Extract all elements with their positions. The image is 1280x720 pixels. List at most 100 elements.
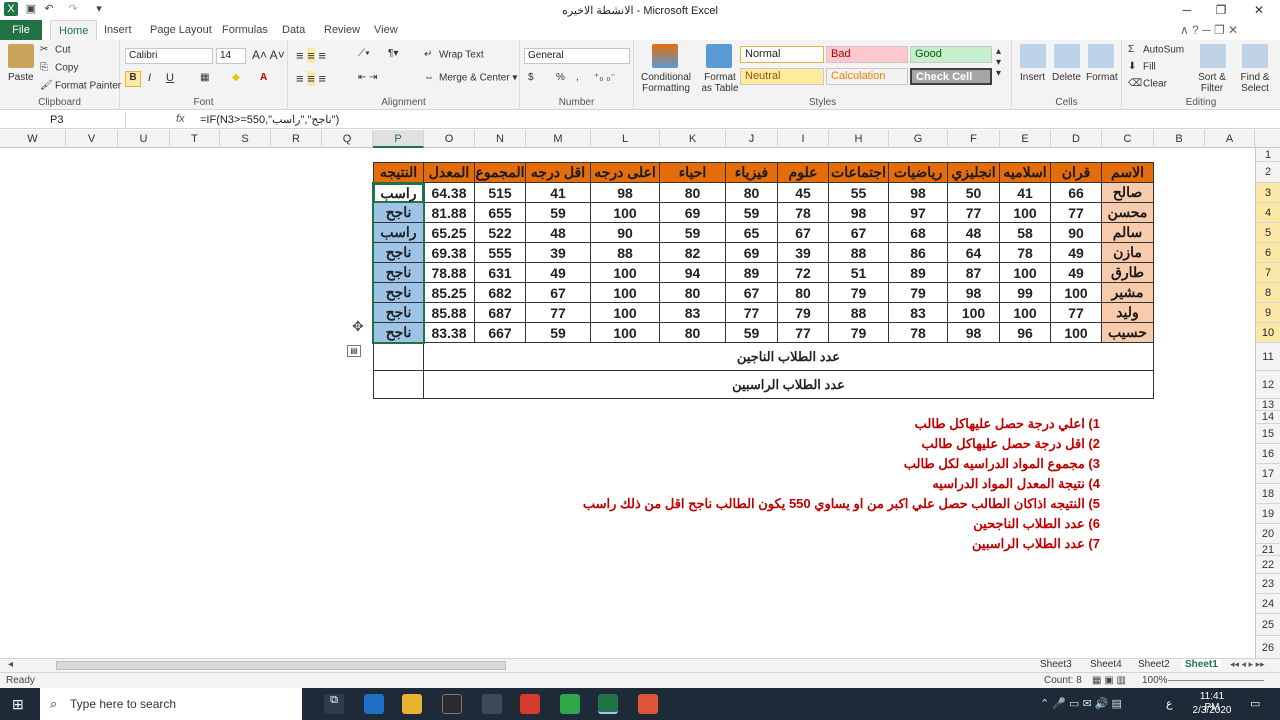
notifications-icon[interactable]: ▭: [1250, 697, 1260, 710]
table-cell[interactable]: 555: [475, 243, 526, 263]
name-box[interactable]: P3: [0, 112, 126, 128]
row-header-17[interactable]: 17: [1255, 464, 1280, 484]
close-icon[interactable]: ✕: [1248, 2, 1270, 18]
tab-formulas[interactable]: Formulas: [214, 20, 276, 40]
tab-home[interactable]: Home: [50, 20, 98, 40]
sort-filter-icon[interactable]: [1200, 44, 1226, 68]
table-cell[interactable]: 49: [526, 263, 591, 283]
format-painter-button[interactable]: 🖌 Format Painter: [40, 80, 121, 92]
sheet-nav-icon[interactable]: ◂◂ ◂ ▸ ▸▸: [1230, 659, 1265, 670]
table-cell[interactable]: 66: [1051, 183, 1102, 203]
formula-input[interactable]: =IF(N3>=550,"ناجح","راسب"): [200, 113, 339, 126]
table-cell[interactable]: 100: [1000, 303, 1051, 323]
comma-button[interactable]: ,: [576, 72, 579, 83]
table-cell[interactable]: 78: [778, 203, 829, 223]
table-cell[interactable]: 99: [1000, 283, 1051, 303]
worksheet-grid[interactable]: WVUTSRQPONMLKJIHGFEDCBA النتيجه المعدل الم…: [0, 130, 1280, 658]
table-cell[interactable]: 100: [591, 263, 660, 283]
table-cell[interactable]: 67: [526, 283, 591, 303]
table-header-cell[interactable]: اقل درجه: [526, 162, 591, 183]
col-header-c[interactable]: C: [1102, 130, 1154, 148]
col-header-w[interactable]: W: [0, 130, 66, 148]
sort-filter-button[interactable]: Sort & Filter: [1192, 72, 1232, 94]
table-cell[interactable]: 80: [660, 323, 726, 343]
table-cell[interactable]: طارق: [1102, 263, 1154, 283]
table-cell[interactable]: 65.25: [424, 223, 475, 243]
table-cell[interactable]: 48: [526, 223, 591, 243]
sheet-tab-3[interactable]: Sheet3: [1040, 659, 1072, 670]
col-header-l[interactable]: L: [591, 130, 660, 148]
table-cell[interactable]: 100: [591, 303, 660, 323]
table-cell[interactable]: 682: [475, 283, 526, 303]
style-check-cell[interactable]: Check Cell: [910, 68, 992, 85]
table-cell[interactable]: 79: [829, 323, 889, 343]
table-cell[interactable]: 59: [726, 323, 778, 343]
table-cell[interactable]: 67: [726, 283, 778, 303]
table-cell[interactable]: 96: [1000, 323, 1051, 343]
table-header-cell[interactable]: اعلى درجه: [591, 162, 660, 183]
underline-button[interactable]: U: [166, 72, 174, 84]
orientation-icon[interactable]: ⟋▾: [358, 48, 370, 59]
font-name-select[interactable]: Calibri: [125, 48, 213, 64]
tab-file[interactable]: File: [0, 20, 42, 40]
tab-data[interactable]: Data: [274, 20, 313, 40]
col-header-t[interactable]: T: [170, 130, 220, 148]
table-cell[interactable]: 51: [829, 263, 889, 283]
table-cell[interactable]: 69.38: [424, 243, 475, 263]
table-cell[interactable]: 69: [660, 203, 726, 223]
bold-button[interactable]: B: [125, 71, 141, 87]
row-header-11[interactable]: 11: [1255, 343, 1280, 371]
table-cell[interactable]: 655: [475, 203, 526, 223]
h-scrollbar[interactable]: [56, 661, 506, 670]
table-cell[interactable]: 522: [475, 223, 526, 243]
table-cell[interactable]: 100: [591, 283, 660, 303]
col-header-i[interactable]: I: [778, 130, 829, 148]
copy-button[interactable]: ⎘ Copy: [40, 62, 78, 74]
col-header-k[interactable]: K: [660, 130, 726, 148]
align-top-icon[interactable]: ≡ ≡ ≡: [296, 48, 326, 63]
table-cell[interactable]: 98: [829, 203, 889, 223]
row-header-18[interactable]: 18: [1255, 484, 1280, 504]
currency-button[interactable]: $: [528, 72, 534, 83]
col-header-s[interactable]: S: [220, 130, 271, 148]
table-cell[interactable]: 79: [778, 303, 829, 323]
row-header-22[interactable]: 22: [1255, 556, 1280, 574]
table-cell[interactable]: سالم: [1102, 223, 1154, 243]
fill-color-icon[interactable]: ◆: [232, 72, 240, 83]
table-cell[interactable]: 100: [948, 303, 1000, 323]
sheet-tab-1[interactable]: Sheet1: [1182, 659, 1221, 670]
row-header-1[interactable]: 1: [1255, 148, 1280, 162]
find-select-icon[interactable]: [1242, 44, 1268, 68]
table-header-cell[interactable]: علوم: [778, 162, 829, 183]
table-cell[interactable]: 515: [475, 183, 526, 203]
format-as-table-button[interactable]: Format as Table: [698, 72, 742, 94]
table-cell[interactable]: 68: [889, 223, 948, 243]
table-cell[interactable]: 100: [591, 203, 660, 223]
fx-icon[interactable]: fx: [176, 113, 185, 125]
insert-cells-icon[interactable]: [1020, 44, 1046, 68]
delete-cells-icon[interactable]: [1054, 44, 1080, 68]
col-header-u[interactable]: U: [118, 130, 170, 148]
table-cell[interactable]: 67: [829, 223, 889, 243]
row-header-25[interactable]: 25: [1255, 614, 1280, 636]
table-cell[interactable]: 89: [726, 263, 778, 283]
table-cell[interactable]: 77: [948, 203, 1000, 223]
table-cell[interactable]: 86: [889, 243, 948, 263]
table-cell[interactable]: 82: [660, 243, 726, 263]
table-cell[interactable]: 88: [829, 303, 889, 323]
table-cell[interactable]: 59: [660, 223, 726, 243]
align-left-icon[interactable]: ≡ ≡ ≡: [296, 71, 326, 86]
language-indicator[interactable]: ع: [1166, 697, 1173, 710]
table-cell[interactable]: 48: [948, 223, 1000, 243]
table-cell[interactable]: 80: [726, 183, 778, 203]
table-cell[interactable]: 77: [726, 303, 778, 323]
table-cell[interactable]: 69: [726, 243, 778, 263]
style-calculation[interactable]: Calculation: [826, 68, 908, 85]
row-header-19[interactable]: 19: [1255, 504, 1280, 524]
row-header-6[interactable]: 6: [1255, 243, 1280, 263]
row-header-24[interactable]: 24: [1255, 594, 1280, 614]
row-header-4[interactable]: 4: [1255, 203, 1280, 223]
table-cell[interactable]: 667: [475, 323, 526, 343]
row-header-10[interactable]: 10: [1255, 323, 1280, 343]
mail-icon[interactable]: [482, 694, 502, 714]
